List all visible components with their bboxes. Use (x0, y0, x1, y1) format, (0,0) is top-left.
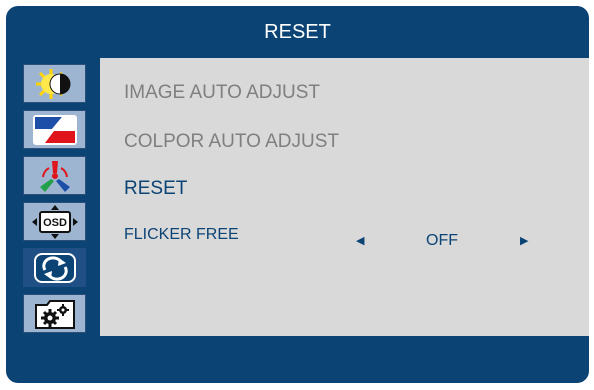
flicker-free-value: OFF (426, 232, 458, 249)
sidebar-item-color[interactable] (23, 156, 86, 195)
menu-content: IMAGE AUTO ADJUST COLPOR AUTO ADJUST RES… (100, 58, 589, 336)
brightness-contrast-icon (35, 68, 70, 99)
svg-text:OSD: OSD (43, 217, 67, 229)
extra-settings-icon (34, 299, 75, 329)
reset-icon (33, 252, 76, 283)
sidebar: OSD (6, 58, 100, 340)
osd-icon: OSD (31, 204, 78, 239)
right-arrow-icon[interactable]: ▶ (520, 234, 528, 247)
menu-item-image-auto-adjust[interactable]: IMAGE AUTO ADJUST (124, 82, 320, 104)
color-icon (39, 160, 70, 192)
page-title: RESET (264, 20, 331, 43)
menu-item-color-auto-adjust[interactable]: COLPOR AUTO ADJUST (124, 131, 339, 153)
osd-menu: RESET OSD IMAGE AUTO ADJUST COLPOR AUTO … (6, 6, 589, 383)
sidebar-item-extra[interactable] (23, 294, 86, 333)
sidebar-item-brightness[interactable] (23, 64, 86, 103)
menu-item-reset[interactable]: RESET (124, 178, 187, 200)
sidebar-item-reset[interactable] (23, 248, 86, 287)
left-arrow-icon[interactable]: ◀ (356, 234, 364, 247)
menu-item-flicker-free[interactable]: FLICKER FREE (124, 226, 239, 244)
image-setup-icon (32, 114, 77, 145)
sidebar-item-osd[interactable]: OSD (23, 202, 86, 241)
sidebar-item-image-setup[interactable] (23, 110, 86, 149)
